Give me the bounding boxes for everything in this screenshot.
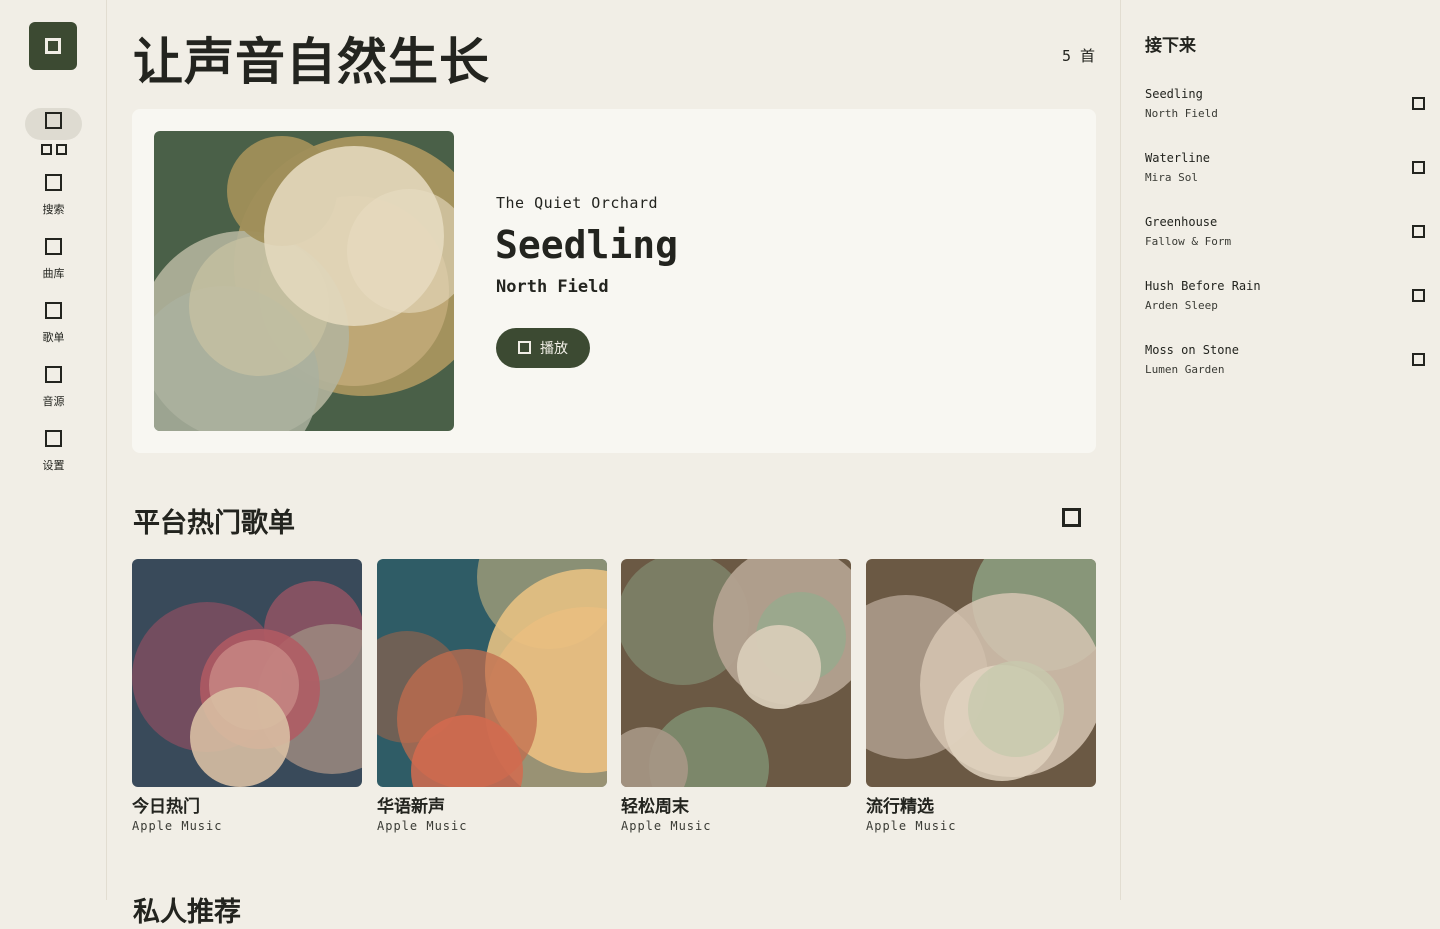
playlist-card[interactable]: 轻松周末 Apple Music [621, 559, 851, 833]
playlist-source: Apple Music [621, 819, 712, 833]
page-title: 让声音自然生长 [133, 33, 490, 91]
queue-action-icon [1412, 225, 1425, 238]
hero-album-art-image [154, 131, 454, 431]
grid-cell-left [41, 144, 52, 155]
queue-item[interactable]: Greenhouse Fallow & Form [1145, 215, 1425, 259]
hero-song-title: Seedling [495, 223, 679, 267]
app-logo[interactable] [29, 22, 77, 70]
home-icon [45, 112, 62, 129]
rail-item-home[interactable] [0, 112, 107, 133]
queue-artist-name: Arden Sleep [1145, 299, 1218, 312]
playlist-cover-art [132, 559, 362, 787]
rail-item-library[interactable]: 曲库 [0, 238, 107, 281]
play-button-label: 播放 [540, 341, 568, 357]
playlist-source: Apple Music [866, 819, 957, 833]
play-button[interactable]: 播放 [496, 328, 590, 368]
queue-action-icon [1412, 289, 1425, 302]
playlist-name: 流行精选 [866, 797, 934, 817]
rail-label-sources: 音源 [42, 395, 65, 408]
queue-item[interactable]: Hush Before Rain Arden Sleep [1145, 279, 1425, 323]
queue-song-title: Waterline [1145, 151, 1211, 165]
section-title-recommendations: 私人推荐 [133, 897, 241, 928]
queue-item[interactable]: Moss on Stone Lumen Garden [1145, 343, 1425, 387]
rail-label-settings: 设置 [42, 459, 65, 472]
playlist-name: 华语新声 [377, 797, 445, 817]
rail-item-settings[interactable]: 设置 [0, 430, 107, 473]
queue-action-button[interactable] [1412, 159, 1425, 178]
grid-icon[interactable] [41, 144, 67, 155]
queue-song-title: Hush Before Rain [1145, 279, 1261, 293]
queue-action-icon [1412, 161, 1425, 174]
playlist-source: Apple Music [132, 819, 223, 833]
search-icon [45, 174, 62, 191]
playlist-card[interactable]: 流行精选 Apple Music [866, 559, 1096, 833]
rail-label-search: 搜索 [42, 203, 65, 216]
playlist-cover-art [621, 559, 851, 787]
queue-artist-name: Mira Sol [1145, 171, 1198, 184]
rail-item-search[interactable]: 搜索 [0, 174, 107, 217]
queue-action-icon [1412, 353, 1425, 366]
playlist-name: 今日热门 [132, 797, 200, 817]
now-playing-card: The Quiet Orchard Seedling North Field 播… [132, 109, 1096, 453]
track-count: 5 首 [1061, 47, 1095, 65]
grid-cell-right [56, 144, 67, 155]
playlist-card[interactable]: 今日热门 Apple Music [132, 559, 362, 833]
app-logo-icon [45, 38, 61, 54]
play-icon [518, 340, 531, 354]
queue-song-title: Greenhouse [1145, 215, 1218, 229]
queue-action-button[interactable] [1412, 95, 1425, 114]
queue-song-title: Seedling [1145, 87, 1203, 101]
playlist-cover-art [377, 559, 607, 787]
queue-action-button[interactable] [1412, 351, 1425, 370]
queue-action-button[interactable] [1412, 223, 1425, 242]
queue-action-button[interactable] [1412, 287, 1425, 306]
up-next-panel: 接下来 Seedling North Field Waterline Mira … [1120, 0, 1440, 900]
playlist-card[interactable]: 华语新声 Apple Music [377, 559, 607, 833]
hero-artist-name[interactable]: North Field [496, 277, 609, 297]
left-rail: 搜索 曲库 歌单 音源 设置 [0, 0, 107, 900]
rail-label-library: 曲库 [42, 267, 65, 280]
queue-item[interactable]: Waterline Mira Sol [1145, 151, 1425, 195]
playlist-source: Apple Music [377, 819, 468, 833]
hero-album-name: The Quiet Orchard [496, 194, 659, 212]
section-more-button[interactable] [1062, 508, 1081, 531]
queue-action-icon [1412, 97, 1425, 110]
queue-artist-name: Lumen Garden [1145, 363, 1225, 376]
settings-icon [45, 430, 62, 447]
section-title-playlists: 平台热门歌单 [133, 508, 295, 539]
rail-label-playlists: 歌单 [42, 331, 65, 344]
rail-item-playlists[interactable]: 歌单 [0, 302, 107, 345]
queue-artist-name: Fallow & Form [1145, 235, 1232, 248]
hero-album-art[interactable] [154, 131, 454, 431]
library-icon [45, 238, 62, 255]
rail-item-sources[interactable]: 音源 [0, 366, 107, 409]
queue-artist-name: North Field [1145, 107, 1218, 120]
source-icon [45, 366, 62, 383]
playlist-icon [45, 302, 62, 319]
queue-title: 接下来 [1145, 36, 1196, 56]
queue-item[interactable]: Seedling North Field [1145, 87, 1425, 131]
playlist-name: 轻松周末 [621, 797, 689, 817]
more-icon [1062, 508, 1081, 527]
playlist-cover-art [866, 559, 1096, 787]
queue-song-title: Moss on Stone [1145, 343, 1239, 357]
